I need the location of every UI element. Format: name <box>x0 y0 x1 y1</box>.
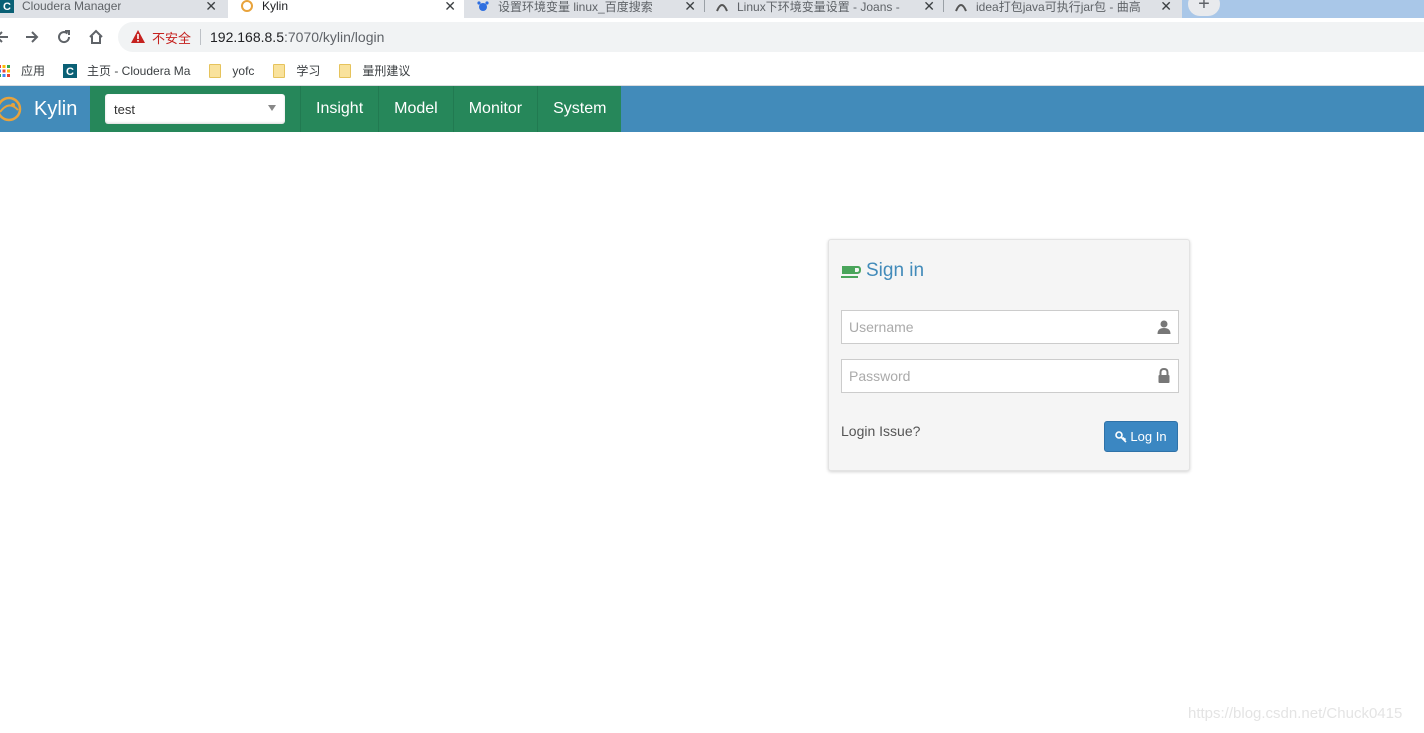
close-icon[interactable]: ✕ <box>923 0 935 15</box>
svg-text:C: C <box>66 66 74 78</box>
close-icon[interactable]: ✕ <box>444 0 456 15</box>
brand[interactable]: Kylin <box>0 86 77 132</box>
arrow-left-icon <box>0 31 8 43</box>
tab-title: 设置环境变量 linux_百度搜索 <box>498 0 653 14</box>
tab-linux-env[interactable]: Linux下环境变量设置 - Joans - ✕ <box>715 0 943 18</box>
folder-icon <box>338 63 352 78</box>
tab-title: Linux下环境变量设置 - Joans - <box>737 0 900 14</box>
nav-insight[interactable]: Insight <box>300 86 379 132</box>
password-field-wrapper <box>841 359 1179 393</box>
folder-icon <box>272 63 286 78</box>
address-bar[interactable]: 不安全 192.168.8.5:7070/kylin/login <box>118 22 1424 52</box>
browser-toolbar: 不安全 192.168.8.5:7070/kylin/login <box>0 18 1424 56</box>
tab-title: Cloudera Manager <box>22 0 122 13</box>
baidu-paw-icon <box>476 0 490 13</box>
login-issue-link[interactable]: Login Issue? <box>841 423 920 439</box>
url-path: :7070/kylin/login <box>283 29 385 45</box>
bookmark-sentencing[interactable]: 量刑建议 <box>338 62 410 79</box>
cnblogs-icon <box>715 0 729 13</box>
nav-system[interactable]: System <box>537 86 622 132</box>
bookmark-label: 学习 <box>296 64 321 78</box>
username-field-wrapper <box>841 310 1179 344</box>
tab-kylin[interactable]: Kylin ✕ <box>228 0 464 18</box>
bookmark-label: 量刑建议 <box>362 64 411 78</box>
home-icon <box>89 29 103 44</box>
project-select-value: test <box>114 101 135 117</box>
signin-panel: Sign in Login Issue? Log In <box>828 239 1190 471</box>
nav-model[interactable]: Model <box>378 86 453 132</box>
close-icon[interactable]: ✕ <box>1160 0 1172 15</box>
tab-baidu-search[interactable]: 设置环境变量 linux_百度搜索 ✕ <box>476 0 704 18</box>
bookmark-label: 应用 <box>21 64 46 78</box>
home-button[interactable] <box>84 25 108 49</box>
signin-heading: Sign in <box>841 260 924 282</box>
plus-icon: + <box>1198 0 1210 15</box>
bookmark-yofc[interactable]: yofc <box>208 63 255 78</box>
folder-icon <box>208 63 222 78</box>
new-tab-button[interactable]: + <box>1188 0 1220 16</box>
security-label[interactable]: 不安全 <box>152 28 191 47</box>
bookmark-label: yofc <box>232 63 255 78</box>
svg-text:C: C <box>3 1 11 13</box>
bookmark-cloudera[interactable]: C 主页 - Cloudera Ma <box>63 62 190 79</box>
tab-strip: C Cloudera Manager ✕ Kylin ✕ 设置环境变量 linu… <box>0 0 1424 18</box>
divider <box>200 29 202 45</box>
kylin-icon <box>240 0 254 13</box>
bookmark-apps[interactable]: 应用 <box>0 62 45 79</box>
tab-title: idea打包java可执行jar包 - 曲高 <box>976 0 1141 14</box>
forward-button[interactable] <box>20 25 44 49</box>
lock-icon <box>1158 368 1170 383</box>
bookmarks-bar: 应用 C 主页 - Cloudera Ma yofc 学习 量刑建议 <box>0 56 1424 86</box>
tab-title: Kylin <box>262 0 289 13</box>
project-selector-area: test <box>90 86 300 132</box>
coffee-icon <box>841 266 861 278</box>
caret-down-icon <box>268 105 276 111</box>
kylin-logo-icon <box>0 96 22 122</box>
bookmark-study[interactable]: 学习 <box>272 62 320 79</box>
close-icon[interactable]: ✕ <box>205 0 217 15</box>
tab-cloudera-manager[interactable]: C Cloudera Manager ✕ <box>0 0 225 18</box>
main-nav: Insight Model Monitor System <box>300 86 622 132</box>
login-button-label: Log In <box>1130 429 1167 444</box>
tab-separator <box>704 0 705 12</box>
nav-monitor[interactable]: Monitor <box>452 86 538 132</box>
key-icon <box>1115 430 1127 443</box>
username-input[interactable] <box>842 312 1142 342</box>
url-host: 192.168.8.5 <box>210 29 284 45</box>
project-select[interactable]: test <box>105 94 285 124</box>
reload-icon <box>58 30 71 44</box>
signin-title: Sign in <box>866 260 925 281</box>
back-button[interactable] <box>0 25 14 49</box>
close-icon[interactable]: ✕ <box>684 0 696 15</box>
cloudera-icon: C <box>0 0 14 13</box>
arrow-right-icon <box>26 31 39 43</box>
reload-button[interactable] <box>52 25 76 49</box>
brand-name: Kylin <box>34 97 78 120</box>
apps-grid-icon <box>0 64 11 78</box>
user-icon <box>1157 320 1171 334</box>
tab-separator <box>943 0 944 12</box>
login-button[interactable]: Log In <box>1104 421 1178 452</box>
warning-icon <box>130 29 146 45</box>
password-input[interactable] <box>842 361 1142 391</box>
app-header: Kylin test Insight Model Monitor System <box>0 86 1424 132</box>
bookmark-label: 主页 - Cloudera Ma <box>87 64 191 78</box>
tab-idea-jar[interactable]: idea打包java可执行jar包 - 曲高 ✕ <box>954 0 1180 18</box>
cnblogs-icon <box>954 0 968 13</box>
watermark: https://blog.csdn.net/Chuck0415 <box>1188 705 1403 722</box>
cloudera-icon: C <box>63 63 78 78</box>
